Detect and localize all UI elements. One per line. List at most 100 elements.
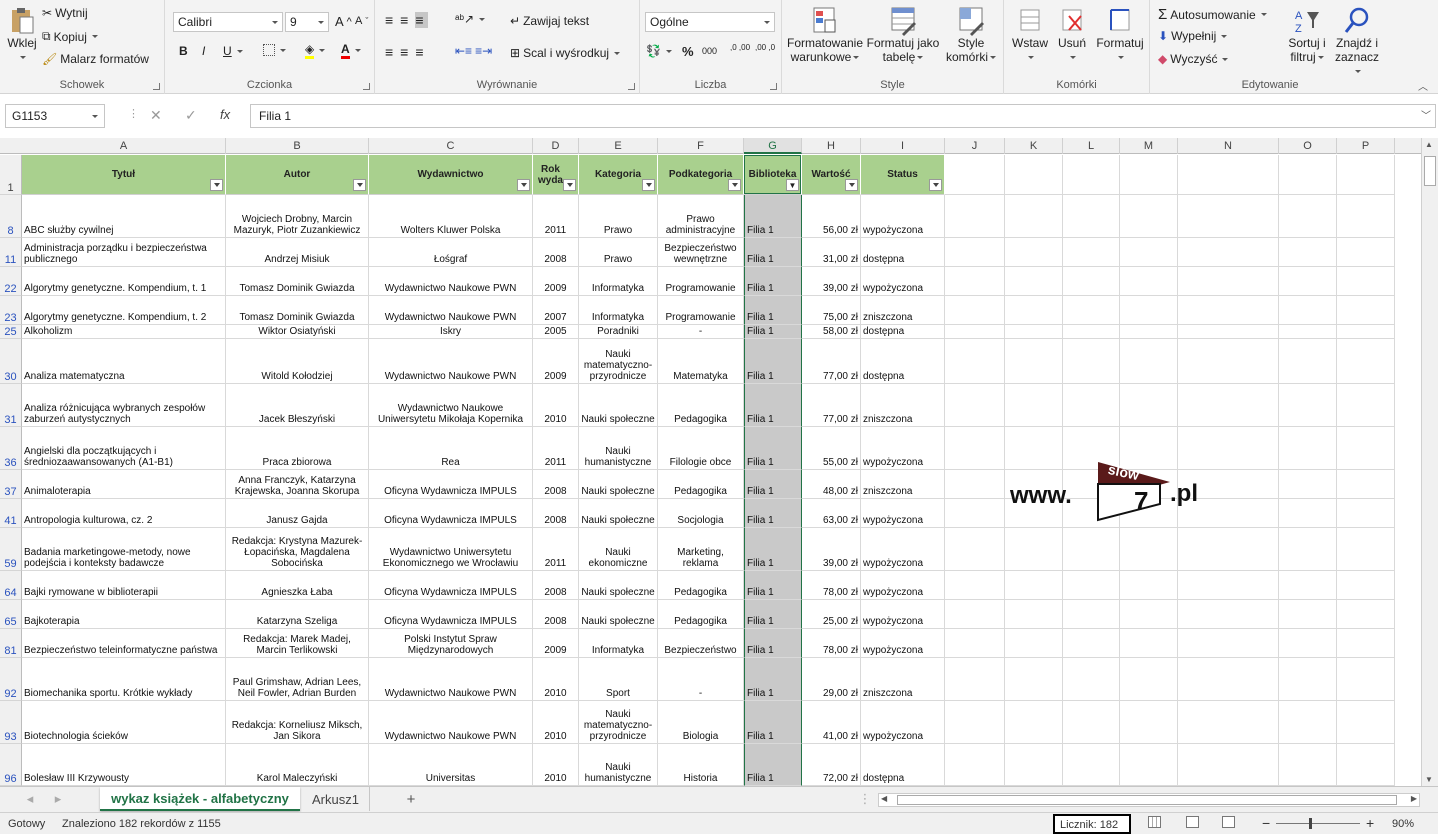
table-cell[interactable]: Oficyna Wydawnicza IMPULS <box>369 571 533 600</box>
horizontal-align-buttons[interactable]: ≡ ≡ ≡ <box>385 44 428 60</box>
empty-cell[interactable] <box>1178 571 1279 600</box>
table-cell[interactable]: Redakcja: Marek Madej, Marcin Terlikowsk… <box>226 629 369 658</box>
column-header-m[interactable]: M <box>1120 138 1178 154</box>
empty-cell[interactable] <box>1063 325 1120 339</box>
tab-splitter-icon[interactable]: ⋮ <box>859 787 872 811</box>
table-cell[interactable]: 63,00 zł <box>802 499 861 528</box>
empty-cell[interactable] <box>1337 499 1395 528</box>
empty-cell[interactable] <box>1279 195 1337 238</box>
table-cell[interactable]: 55,00 zł <box>802 427 861 470</box>
filter-dropdown-icon[interactable] <box>517 179 530 191</box>
table-cell[interactable]: Filia 1 <box>744 296 802 325</box>
table-cell[interactable]: - <box>658 325 744 339</box>
column-header-o[interactable]: O <box>1279 138 1337 154</box>
empty-cell[interactable] <box>1279 470 1337 499</box>
table-cell[interactable]: dostępna <box>861 339 945 384</box>
table-cell[interactable]: Wydawnictwo Naukowe PWN <box>369 267 533 296</box>
table-cell[interactable]: 56,00 zł <box>802 195 861 238</box>
empty-cell[interactable] <box>1279 155 1337 195</box>
empty-cell[interactable] <box>1279 499 1337 528</box>
table-cell[interactable]: 2011 <box>533 528 579 571</box>
page-layout-view-icon[interactable] <box>1186 816 1199 828</box>
font-color-button[interactable]: A <box>341 42 361 59</box>
empty-cell[interactable] <box>1120 325 1178 339</box>
vertical-scrollbar[interactable]: ▲ ▼ <box>1421 138 1438 786</box>
table-cell[interactable]: Filia 1 <box>744 238 802 267</box>
table-cell[interactable]: Wydawnictwo Naukowe PWN <box>369 658 533 701</box>
table-cell[interactable]: 77,00 zł <box>802 384 861 427</box>
empty-cell[interactable] <box>1005 155 1063 195</box>
table-cell[interactable]: Biotechnologia ścieków <box>22 701 226 744</box>
table-cell[interactable]: wypożyczona <box>861 701 945 744</box>
row-header[interactable]: 65 <box>0 600 22 629</box>
table-cell[interactable]: Filia 1 <box>744 658 802 701</box>
table-cell[interactable]: 2008 <box>533 600 579 629</box>
empty-cell[interactable] <box>1120 267 1178 296</box>
scroll-down-icon[interactable]: ▼ <box>1425 775 1433 784</box>
table-cell[interactable]: Filia 1 <box>744 384 802 427</box>
row-header[interactable]: 93 <box>0 701 22 744</box>
table-cell[interactable]: 2007 <box>533 296 579 325</box>
table-cell[interactable]: Pedagogika <box>658 384 744 427</box>
table-cell[interactable]: Pedagogika <box>658 571 744 600</box>
filter-dropdown-icon[interactable] <box>728 179 741 191</box>
empty-cell[interactable] <box>1063 339 1120 384</box>
collapse-ribbon-icon[interactable]: ︿ <box>1418 78 1428 93</box>
italic-button[interactable]: I <box>202 44 205 58</box>
table-cell[interactable]: 29,00 zł <box>802 658 861 701</box>
hscroll-thumb[interactable] <box>897 795 1397 805</box>
empty-cell[interactable] <box>1279 339 1337 384</box>
empty-cell[interactable] <box>945 267 1005 296</box>
currency-button[interactable]: 💱 <box>646 44 672 58</box>
table-cell[interactable]: 39,00 zł <box>802 267 861 296</box>
insert-function-button[interactable]: fx <box>220 107 230 122</box>
empty-cell[interactable] <box>1120 701 1178 744</box>
table-cell[interactable]: Algorytmy genetyczne. Kompendium, t. 1 <box>22 267 226 296</box>
table-cell[interactable]: 2008 <box>533 499 579 528</box>
filter-dropdown-icon[interactable] <box>642 179 655 191</box>
empty-cell[interactable] <box>945 296 1005 325</box>
table-cell[interactable]: Filia 1 <box>744 427 802 470</box>
delete-button[interactable]: Usuń <box>1054 6 1090 64</box>
number-format-select[interactable]: Ogólne <box>645 12 775 32</box>
empty-cell[interactable] <box>1120 296 1178 325</box>
empty-cell[interactable] <box>1120 195 1178 238</box>
grow-font-button[interactable]: A ^ <box>335 14 352 29</box>
zoom-out-button[interactable]: − <box>1262 815 1270 831</box>
borders-button[interactable] <box>263 44 286 56</box>
table-cell[interactable]: Matematyka <box>658 339 744 384</box>
empty-cell[interactable] <box>1337 267 1395 296</box>
table-cell[interactable]: Administracja porządku i bezpieczeństwa … <box>22 238 226 267</box>
empty-cell[interactable] <box>1063 267 1120 296</box>
table-cell[interactable]: 2010 <box>533 744 579 786</box>
table-cell[interactable]: Wojciech Drobny, Marcin Mazuryk, Piotr Z… <box>226 195 369 238</box>
empty-cell[interactable] <box>1063 155 1120 195</box>
scroll-thumb[interactable] <box>1424 156 1436 186</box>
empty-cell[interactable] <box>1178 658 1279 701</box>
thousands-button[interactable]: 000 <box>702 46 717 56</box>
indent-buttons[interactable]: ⇤≡ ≡⇥ <box>455 44 492 58</box>
empty-cell[interactable] <box>1279 528 1337 571</box>
empty-cell[interactable] <box>1120 528 1178 571</box>
column-header-l[interactable]: L <box>1063 138 1120 154</box>
empty-cell[interactable] <box>1120 384 1178 427</box>
table-cell[interactable]: Karol Maleczyński <box>226 744 369 786</box>
fill-color-button[interactable]: ◈ <box>305 42 326 59</box>
table-cell[interactable]: Nauki matematyczno-przyrodnicze <box>579 339 658 384</box>
select-all-corner[interactable] <box>0 138 22 154</box>
empty-cell[interactable] <box>1337 470 1395 499</box>
table-cell[interactable]: 48,00 zł <box>802 470 861 499</box>
table-cell[interactable]: Biologia <box>658 701 744 744</box>
table-cell[interactable]: Antropologia kulturowa, cz. 2 <box>22 499 226 528</box>
table-cell[interactable]: 2009 <box>533 267 579 296</box>
empty-cell[interactable] <box>1120 571 1178 600</box>
empty-cell[interactable] <box>945 658 1005 701</box>
table-cell[interactable]: Wydawnictwo Naukowe PWN <box>369 701 533 744</box>
empty-cell[interactable] <box>1178 339 1279 384</box>
table-cell[interactable]: Katarzyna Szeliga <box>226 600 369 629</box>
table-cell[interactable]: Filia 1 <box>744 629 802 658</box>
empty-cell[interactable] <box>1063 600 1120 629</box>
copy-button[interactable]: ⧉ Kopiuj <box>42 29 98 44</box>
empty-cell[interactable] <box>1279 571 1337 600</box>
table-cell[interactable]: zniszczona <box>861 296 945 325</box>
